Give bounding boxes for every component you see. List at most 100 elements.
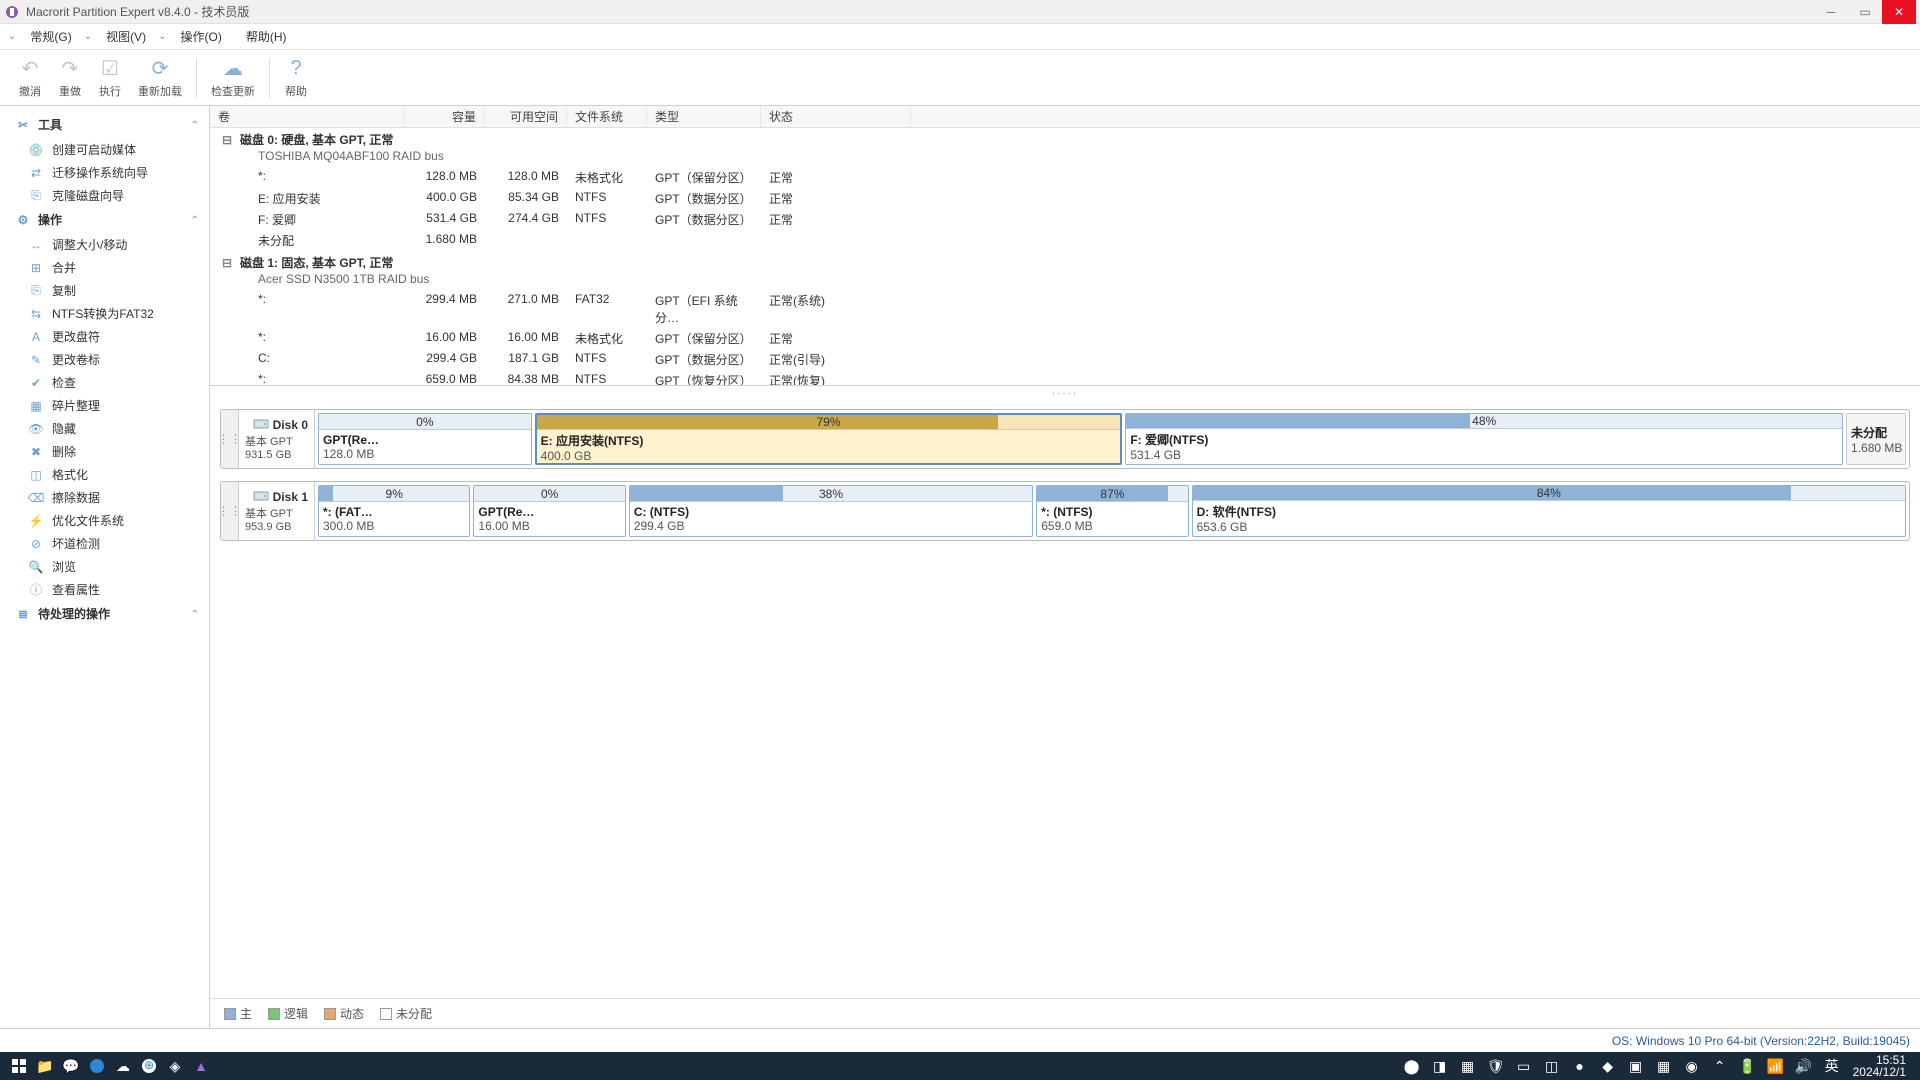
volume-icon[interactable]: 🔊	[1791, 1053, 1817, 1079]
disk-header[interactable]: ⊟磁盘 1: 固态, 基本 GPT, 正常	[210, 251, 1920, 272]
execute-button[interactable]: ☑执行	[90, 55, 130, 101]
tray-icon[interactable]: ◆	[1595, 1053, 1621, 1079]
volume-row[interactable]: *:16.00 MB16.00 MB未格式化GPT（保留分区）正常	[210, 328, 1920, 349]
menu-view[interactable]: 视图(V)	[100, 26, 152, 47]
tray-icon[interactable]: 🛡	[1483, 1053, 1509, 1079]
sidebar-op-item[interactable]: ▦碎片整理	[0, 394, 209, 417]
disk-label[interactable]: Disk 1 基本 GPT 953.9 GB	[239, 482, 315, 540]
sidebar-op-item[interactable]: ◫格式化	[0, 463, 209, 486]
sidebar-op-item[interactable]: ⊞合并	[0, 256, 209, 279]
menu-operation[interactable]: 操作(O)	[175, 26, 228, 47]
splitter[interactable]: ·····	[210, 386, 1920, 401]
toolbar: ↶撤消 ↷重做 ☑执行 ⟳重新加载 ☁检查更新 ?帮助	[0, 50, 1920, 106]
sidebar-section-tools[interactable]: ✂工具 ⌃	[0, 112, 209, 138]
volume-row[interactable]: F: 爱卿531.4 GB274.4 GBNTFSGPT（数据分区）正常	[210, 209, 1920, 230]
chevron-up-icon: ⌃	[191, 609, 199, 620]
sidebar-tool-item[interactable]: 💿创建可启动媒体	[0, 138, 209, 161]
partition-block[interactable]: 0%GPT(Re…128.0 MB	[318, 413, 532, 465]
minimize-button[interactable]: ─	[1814, 0, 1848, 24]
tray-icon[interactable]: ▦	[1455, 1053, 1481, 1079]
close-button[interactable]: ✕	[1882, 0, 1916, 24]
volume-row[interactable]: *:299.4 MB271.0 MBFAT32GPT（EFI 系统分…正常(系统…	[210, 290, 1920, 328]
partition-block[interactable]: 84%D: 软件(NTFS)653.6 GB	[1192, 485, 1906, 537]
partition-block[interactable]: 9%*: (FAT…300.0 MB	[318, 485, 470, 537]
sidebar-op-item[interactable]: 👁隐藏	[0, 417, 209, 440]
wechat-icon[interactable]: 💬	[58, 1053, 84, 1079]
tray-icon[interactable]: ●	[1567, 1053, 1593, 1079]
sidebar-section-pending[interactable]: ≣待处理的操作 ⌃	[0, 601, 209, 627]
partition-unallocated[interactable]: 未分配1.680 MB	[1846, 413, 1906, 465]
tray-icon[interactable]: ⬤	[1399, 1053, 1425, 1079]
sidebar-op-item[interactable]: ✖删除	[0, 440, 209, 463]
tray-chevron-icon[interactable]: ⌃	[1707, 1053, 1733, 1079]
sidebar-op-item[interactable]: A更改盘符	[0, 325, 209, 348]
sidebar-op-item[interactable]: ⚡优化文件系统	[0, 509, 209, 532]
sidebar-op-item[interactable]: ↔调整大小/移动	[0, 233, 209, 256]
disk-label[interactable]: Disk 0 基本 GPT 931.5 GB	[239, 410, 315, 468]
volume-row[interactable]: E: 应用安装400.0 GB85.34 GBNTFSGPT（数据分区）正常	[210, 188, 1920, 209]
wifi-icon[interactable]: 📶	[1763, 1053, 1789, 1079]
sidebar-op-item[interactable]: ✎更改卷标	[0, 348, 209, 371]
tray-icon[interactable]: ▦	[1651, 1053, 1677, 1079]
volume-row[interactable]: *:659.0 MB84.38 MBNTFSGPT（恢复分区）正常(恢复)	[210, 370, 1920, 386]
col-capacity[interactable]: 容量	[405, 106, 485, 127]
partition-block[interactable]: 38%C: (NTFS)299.4 GB	[629, 485, 1033, 537]
volume-row[interactable]: 未分配1.680 MB	[210, 230, 1920, 251]
redo-button[interactable]: ↷重做	[50, 55, 90, 101]
app-icon	[4, 4, 20, 20]
partition-block[interactable]: 79%E: 应用安装(NTFS)400.0 GB	[535, 413, 1123, 465]
menu-help[interactable]: 帮助(H)	[240, 26, 293, 47]
partition-block[interactable]: 0%GPT(Re…16.00 MB	[473, 485, 625, 537]
reload-button[interactable]: ⟳重新加载	[130, 55, 190, 101]
help-button[interactable]: ?帮助	[276, 55, 316, 101]
explorer-icon[interactable]: 📁	[32, 1053, 58, 1079]
sidebar-tool-item[interactable]: ⇄迁移操作系统向导	[0, 161, 209, 184]
disk-block: ⋮⋮ Disk 0 基本 GPT 931.5 GB 0%GPT(Re…128.0…	[220, 409, 1910, 469]
sidebar-section-ops[interactable]: ⚙操作 ⌃	[0, 207, 209, 233]
sidebar-op-item[interactable]: ⊘坏道检测	[0, 532, 209, 555]
macrorit-icon[interactable]: ▲	[188, 1053, 214, 1079]
chevron-up-icon: ⌃	[191, 215, 199, 226]
sidebar-tool-item[interactable]: ⎘克隆磁盘向导	[0, 184, 209, 207]
disk-header[interactable]: ⊟磁盘 0: 硬盘, 基本 GPT, 正常	[210, 128, 1920, 149]
window-title: Macrorit Partition Expert v8.4.0 - 技术员版	[26, 3, 1814, 20]
cloud-icon[interactable]: ☁	[110, 1053, 136, 1079]
disk-block: ⋮⋮ Disk 1 基本 GPT 953.9 GB 9%*: (FAT…300.…	[220, 481, 1910, 541]
volume-row[interactable]: C:299.4 GB187.1 GBNTFSGPT（数据分区）正常(引导)	[210, 349, 1920, 370]
sidebar-op-item[interactable]: ⎘复制	[0, 279, 209, 302]
os-info: OS: Windows 10 Pro 64-bit (Version:22H2,…	[1612, 1034, 1910, 1048]
sidebar-op-item[interactable]: ⇆NTFS转换为FAT32	[0, 302, 209, 325]
col-status[interactable]: 状态	[761, 106, 911, 127]
menu-general[interactable]: 常规(G)	[24, 26, 77, 47]
sidebar-op-item[interactable]: 🔍浏览	[0, 555, 209, 578]
edge-icon[interactable]	[84, 1053, 110, 1079]
tray-icon[interactable]: ◫	[1539, 1053, 1565, 1079]
sidebar-op-item[interactable]: ⌫擦除数据	[0, 486, 209, 509]
titlebar: Macrorit Partition Expert v8.4.0 - 技术员版 …	[0, 0, 1920, 24]
disk-handle[interactable]: ⋮⋮	[221, 482, 239, 540]
tray-icon[interactable]: ▣	[1623, 1053, 1649, 1079]
col-volume[interactable]: 卷	[210, 106, 405, 127]
col-filesystem[interactable]: 文件系统	[567, 106, 647, 127]
col-type[interactable]: 类型	[647, 106, 761, 127]
tray-icon[interactable]: ◨	[1427, 1053, 1453, 1079]
ime-indicator[interactable]: 英	[1819, 1053, 1845, 1079]
battery-icon[interactable]: 🔋	[1735, 1053, 1761, 1079]
app-icon[interactable]: ◈	[162, 1053, 188, 1079]
disk-handle[interactable]: ⋮⋮	[221, 410, 239, 468]
tray-icon[interactable]: ◉	[1679, 1053, 1705, 1079]
sidebar-op-item[interactable]: ✔检查	[0, 371, 209, 394]
baidu-disk-icon[interactable]: ⊕	[136, 1053, 162, 1079]
partition-block[interactable]: 87%*: (NTFS)659.0 MB	[1036, 485, 1188, 537]
tray-icon[interactable]: ▭	[1511, 1053, 1537, 1079]
taskbar-clock[interactable]: 15:51 2024/12/1	[1845, 1054, 1914, 1078]
partition-block[interactable]: 48%F: 爱卿(NTFS)531.4 GB	[1125, 413, 1843, 465]
sidebar-op-item[interactable]: ⓘ查看属性	[0, 578, 209, 601]
check-update-button[interactable]: ☁检查更新	[203, 55, 263, 101]
undo-button[interactable]: ↶撤消	[10, 55, 50, 101]
maximize-button[interactable]: ▭	[1848, 0, 1882, 24]
start-button[interactable]	[6, 1053, 32, 1079]
col-free[interactable]: 可用空间	[485, 106, 567, 127]
op-icon: ⇆	[28, 306, 44, 322]
volume-row[interactable]: *:128.0 MB128.0 MB未格式化GPT（保留分区）正常	[210, 167, 1920, 188]
